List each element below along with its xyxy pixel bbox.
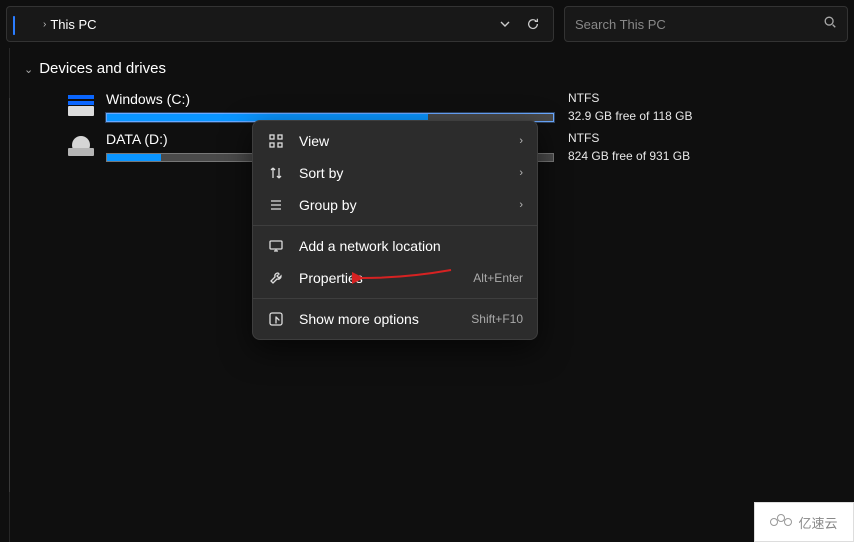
search-bar[interactable] — [564, 6, 848, 42]
menu-item-add-a-network-location[interactable]: Add a network location — [253, 230, 537, 262]
collapse-chevron-icon[interactable]: ⌄ — [24, 63, 33, 76]
menu-item-label: Properties — [299, 270, 459, 286]
search-input[interactable] — [575, 17, 823, 32]
drive-name: Windows (C:) — [106, 91, 554, 107]
more-icon — [267, 311, 285, 327]
shortcut-label: Alt+Enter — [473, 271, 523, 285]
filesystem-label: NTFS — [568, 131, 690, 145]
watermark: 亿速云 — [754, 502, 854, 542]
watermark-text: 亿速云 — [798, 513, 837, 532]
menu-item-view[interactable]: View › — [253, 125, 537, 157]
menu-item-label: Sort by — [299, 165, 505, 181]
this-pc-icon — [13, 17, 31, 31]
history-dropdown[interactable] — [491, 10, 519, 38]
drive-icon — [68, 95, 94, 115]
menu-item-label: View — [299, 133, 505, 149]
wrench-icon — [267, 270, 285, 286]
grid-icon — [267, 133, 285, 149]
address-bar[interactable]: › This PC — [6, 6, 554, 42]
sort-icon — [267, 165, 285, 181]
menu-item-label: Add a network location — [299, 238, 523, 254]
drive-icon — [68, 135, 94, 155]
submenu-chevron-icon: › — [519, 135, 523, 147]
monitor-icon — [267, 238, 285, 254]
shortcut-label: Shift+F10 — [471, 312, 523, 326]
menu-item-group-by[interactable]: Group by › — [253, 189, 537, 221]
refresh-button[interactable] — [519, 10, 547, 38]
toolbar: › This PC — [0, 0, 854, 48]
submenu-chevron-icon: › — [519, 199, 523, 211]
free-space-label: 32.9 GB free of 118 GB — [568, 109, 693, 123]
filesystem-label: NTFS — [568, 91, 693, 105]
section-header-devices[interactable]: ⌄ Devices and drives — [24, 60, 844, 77]
menu-item-label: Group by — [299, 197, 505, 213]
context-menu: View › Sort by › Group by › Add a network loca… — [252, 120, 538, 340]
nav-pane-edge[interactable] — [0, 48, 10, 542]
section-title: Devices and drives — [39, 60, 166, 77]
menu-item-label: Show more options — [299, 311, 457, 327]
watermark-logo-icon — [770, 514, 792, 530]
group-icon — [267, 197, 285, 213]
submenu-chevron-icon: › — [519, 167, 523, 179]
free-space-label: 824 GB free of 931 GB — [568, 149, 690, 163]
menu-item-properties[interactable]: Properties Alt+Enter — [253, 262, 537, 294]
breadcrumb-separator: › — [43, 19, 46, 30]
search-icon[interactable] — [823, 15, 837, 34]
menu-item-show-more-options[interactable]: Show more options Shift+F10 — [253, 303, 537, 335]
breadcrumb-location[interactable]: This PC — [50, 17, 96, 32]
menu-item-sort-by[interactable]: Sort by › — [253, 157, 537, 189]
